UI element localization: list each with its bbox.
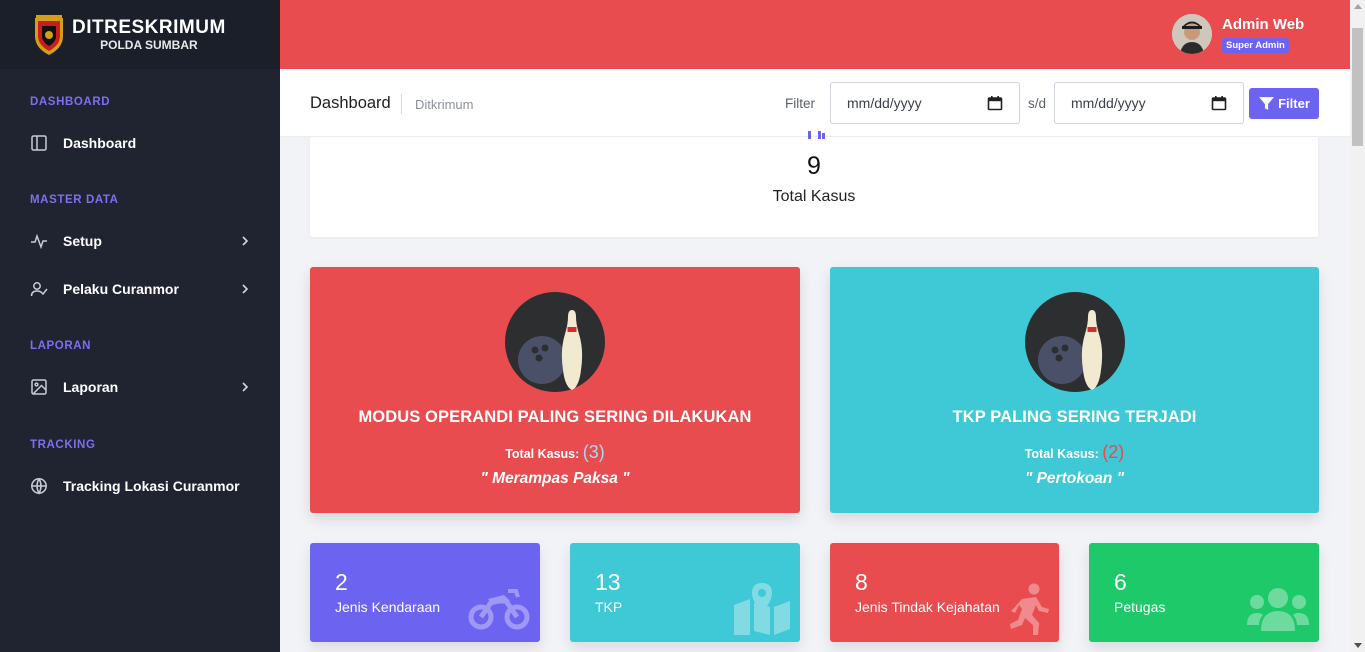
- date-range-separator: s/d: [1028, 96, 1047, 111]
- chevron-right-icon: [242, 236, 249, 246]
- highlight-value: " Pertokoan ": [1024, 470, 1125, 487]
- stat-card-jenis-tindak-kejahatan[interactable]: 8 Jenis Tindak Kejahatan: [830, 543, 1059, 642]
- sidebar-item-label: Dashboard: [63, 135, 137, 151]
- scrollbar-thumb[interactable]: [1352, 28, 1363, 146]
- chart-icon: [808, 131, 825, 139]
- breadcrumb-divider: [401, 94, 402, 114]
- user-check-icon: [30, 282, 48, 297]
- highlight-total: Total Kasus: (2): [830, 442, 1319, 463]
- total-cases-label: Total Kasus: [772, 188, 856, 205]
- highlight-count: (3): [582, 442, 605, 462]
- stat-label: Jenis Kendaraan: [335, 599, 441, 615]
- map-marker-icon: [734, 583, 790, 635]
- sidebar-item-laporan[interactable]: Laporan: [30, 375, 250, 399]
- calendar-icon[interactable]: [1211, 95, 1227, 111]
- bowling-icon: [1024, 292, 1125, 392]
- chevron-right-icon: [242, 382, 249, 392]
- activity-icon: [31, 233, 47, 250]
- scroll-up-arrow-icon[interactable]: [1354, 4, 1362, 9]
- layout-icon: [31, 135, 47, 151]
- stat-value: 13: [595, 569, 621, 595]
- running-person-icon: [1010, 583, 1049, 635]
- scroll-down-arrow-icon[interactable]: [1354, 643, 1362, 648]
- date-from-placeholder: mm/dd/yyyy: [847, 95, 922, 111]
- image-icon: [31, 379, 47, 395]
- date-from-input[interactable]: mm/dd/yyyy: [830, 82, 1020, 124]
- sidebar-item-label: Setup: [63, 233, 102, 249]
- globe-icon: [31, 478, 47, 495]
- highlight-title: MODUS OPERANDI PALING SERING DILAKUKAN: [358, 408, 752, 426]
- highlight-count: (2): [1102, 442, 1125, 462]
- brand-title: DITRESKRIMUM: [72, 17, 226, 38]
- stat-label: Petugas: [1114, 599, 1166, 615]
- users-icon: [1247, 588, 1309, 631]
- date-to-input[interactable]: mm/dd/yyyy: [1054, 82, 1244, 124]
- total-cases-value: 9: [807, 152, 821, 180]
- user-role-badge: Super Admin: [1222, 38, 1289, 53]
- total-cases-card: 9 Total Kasus: [310, 131, 1318, 237]
- sidebar-item-label: Pelaku Curanmor: [63, 281, 179, 297]
- filter-button-label: Filter: [1278, 96, 1310, 111]
- highlight-total: Total Kasus: (3): [310, 442, 800, 463]
- sidebar: DITRESKRIMUM POLDA SUMBAR DASHBOARD Dash…: [0, 0, 280, 652]
- sidebar-item-tracking-lokasi-curanmor[interactable]: Tracking Lokasi Curanmor: [30, 474, 250, 498]
- date-to-placeholder: mm/dd/yyyy: [1071, 95, 1146, 111]
- user-name[interactable]: Admin Web: [1222, 16, 1304, 33]
- sidebar-item-label: Laporan: [63, 379, 119, 395]
- tkp-card: TKP PALING SERING TERJADI Total Kasus: (…: [830, 267, 1319, 513]
- chevron-right-icon: [242, 284, 249, 294]
- modus-operandi-card: MODUS OPERANDI PALING SERING DILAKUKAN T…: [310, 267, 800, 513]
- sidebar-item-dashboard[interactable]: Dashboard: [30, 131, 250, 155]
- highlight-total-label: Total Kasus:: [505, 447, 580, 461]
- user-photo: [1172, 14, 1212, 54]
- brand[interactable]: DITRESKRIMUM POLDA SUMBAR: [0, 0, 280, 69]
- calendar-icon[interactable]: [987, 95, 1003, 111]
- scrollbar[interactable]: [1350, 0, 1365, 652]
- highlight-title: TKP PALING SERING TERJADI: [952, 408, 1197, 426]
- bowling-icon: [505, 292, 605, 392]
- stat-label: Jenis Tindak Kejahatan: [855, 599, 1000, 615]
- stat-card-jenis-kendaraan[interactable]: 2 Jenis Kendaraan: [310, 543, 540, 642]
- nav-section-tracking: TRACKING: [30, 439, 96, 451]
- breadcrumb[interactable]: Ditkrimum: [415, 97, 474, 112]
- sidebar-item-pelaku-curanmor[interactable]: Pelaku Curanmor: [30, 277, 250, 301]
- stat-card-tkp[interactable]: 13 TKP: [570, 543, 800, 642]
- filter-label: Filter: [785, 96, 815, 111]
- nav-section-laporan: LAPORAN: [30, 340, 92, 352]
- stat-value: 6: [1114, 569, 1127, 595]
- nav-section-master-data: MASTER DATA: [30, 194, 119, 206]
- brand-subtitle: POLDA SUMBAR: [100, 38, 198, 52]
- filter-button[interactable]: Filter: [1249, 88, 1319, 119]
- sidebar-item-setup[interactable]: Setup: [30, 229, 250, 253]
- stat-label: TKP: [595, 599, 623, 615]
- highlight-total-label: Total Kasus:: [1024, 447, 1099, 461]
- police-shield-logo: [35, 14, 63, 55]
- page-header: Dashboard Ditkrimum Filter mm/dd/yyyy s/…: [280, 69, 1350, 137]
- highlight-value: " Merampas Paksa ": [480, 470, 630, 487]
- stat-value: 2: [335, 569, 348, 595]
- stat-card-petugas[interactable]: 6 Petugas: [1089, 543, 1319, 642]
- stat-value: 8: [855, 569, 868, 595]
- topbar: Admin Web Super Admin: [280, 0, 1350, 69]
- nav-section-dashboard: DASHBOARD: [30, 96, 111, 108]
- avatar[interactable]: [1172, 14, 1212, 54]
- motorcycle-icon: [468, 589, 530, 630]
- sidebar-item-label: Tracking Lokasi Curanmor: [63, 478, 240, 494]
- filter-icon: [1259, 97, 1275, 110]
- page-title: Dashboard: [310, 94, 391, 112]
